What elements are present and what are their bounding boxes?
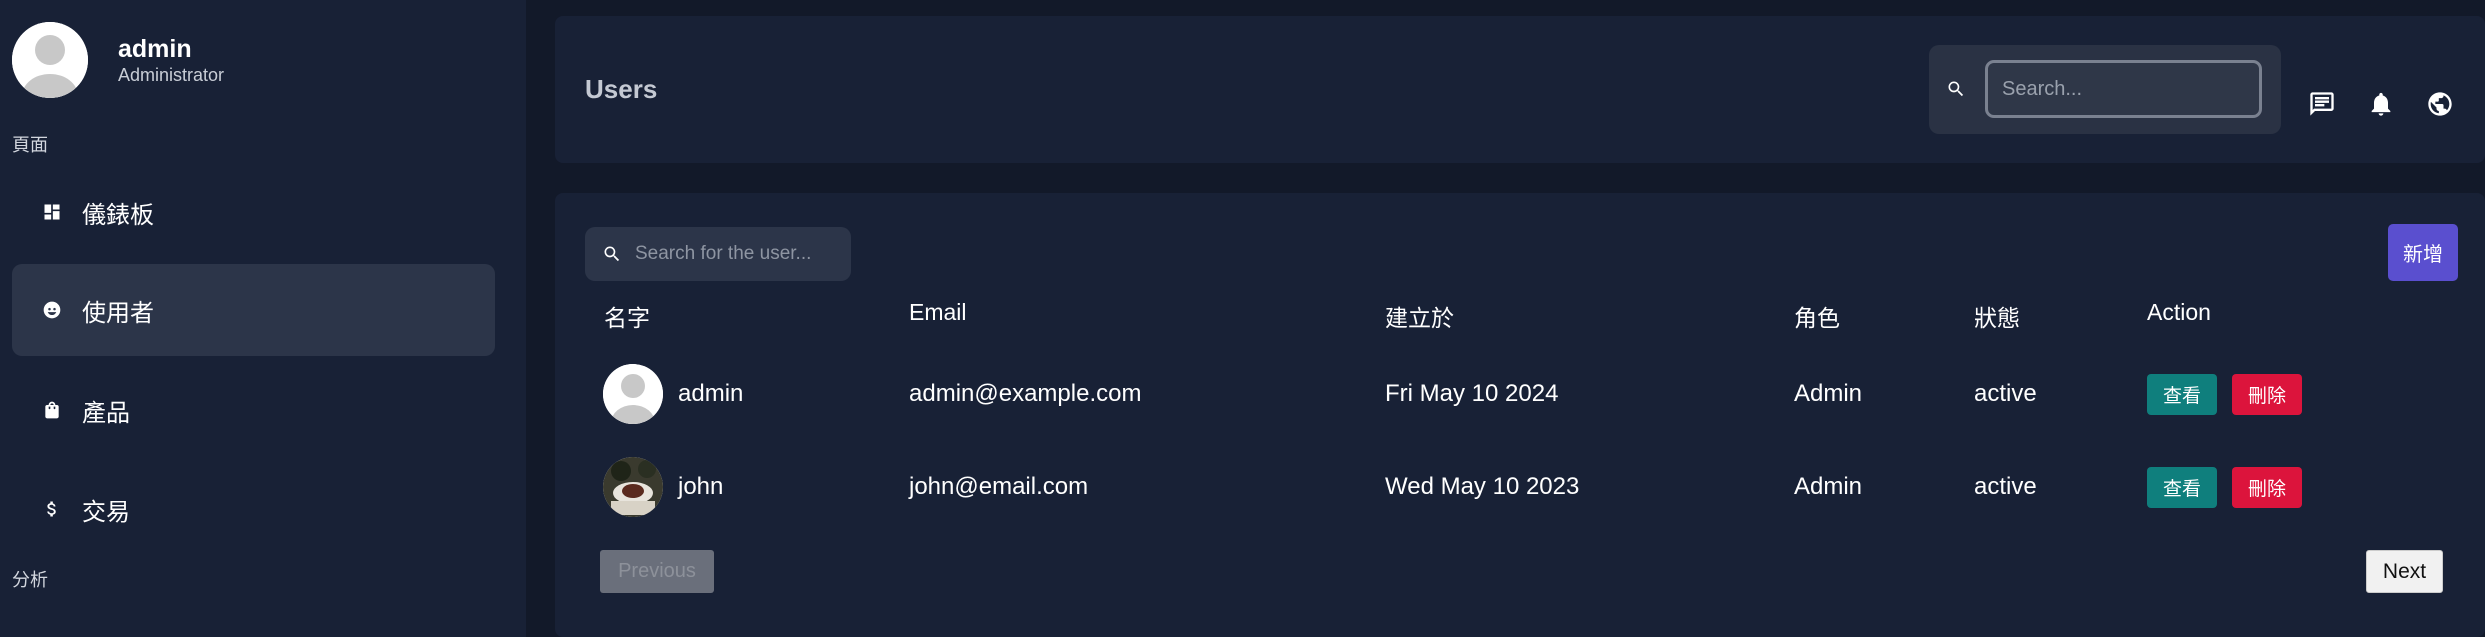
- users-panel: 新增 名字 Email 建立於 角色 狀態 Action admin admin…: [555, 193, 2485, 637]
- column-header-email: Email: [909, 299, 967, 325]
- sidebar: admin Administrator 頁面 儀錶板 使用者 產品 交易 分析: [0, 0, 526, 637]
- user-role: Admin: [1794, 380, 1863, 407]
- user-profile: admin Administrator: [12, 22, 224, 98]
- sidebar-item-label: 交易: [82, 498, 130, 526]
- search-icon: [1946, 79, 1966, 99]
- sidebar-item-products[interactable]: 產品: [12, 364, 495, 456]
- dollar-icon: [42, 499, 62, 519]
- column-header-name: 名字: [604, 305, 650, 331]
- profile-role: Administrator: [118, 65, 225, 85]
- column-header-action: Action: [2147, 299, 2211, 325]
- avatar: [603, 364, 663, 424]
- user-created: Wed May 10 2023: [1385, 473, 1580, 500]
- column-header-created: 建立於: [1385, 305, 1454, 331]
- delete-button[interactable]: 刪除: [2232, 374, 2302, 415]
- notification-bell-icon[interactable]: [2367, 90, 2395, 118]
- previous-page-button[interactable]: Previous: [600, 550, 714, 593]
- table-row: john john@email.com Wed May 10 2023 Admi…: [555, 447, 2485, 527]
- search-icon: [602, 244, 622, 264]
- section-label-analytics: 分析: [12, 570, 48, 590]
- user-name: john: [678, 473, 724, 500]
- user-search-box: [585, 227, 851, 281]
- sidebar-item-label: 產品: [82, 399, 130, 427]
- sidebar-item-transactions[interactable]: 交易: [12, 463, 495, 555]
- user-role: Admin: [1794, 473, 1863, 500]
- sidebar-item-label: 使用者: [82, 299, 154, 327]
- section-label-pages: 頁面: [12, 135, 48, 155]
- sidebar-item-users[interactable]: 使用者: [12, 264, 495, 356]
- next-page-button[interactable]: Next: [2366, 550, 2443, 593]
- user-created: Fri May 10 2024: [1385, 380, 1559, 407]
- column-header-status: 狀態: [1974, 305, 2020, 331]
- sidebar-item-label: 儀錶板: [82, 201, 154, 229]
- sidebar-item-dashboard[interactable]: 儀錶板: [12, 166, 495, 258]
- face-icon: [42, 300, 62, 320]
- top-header: Users: [555, 16, 2485, 163]
- profile-name: admin: [118, 35, 192, 63]
- user-search-input[interactable]: [635, 227, 845, 281]
- chat-icon[interactable]: [2308, 90, 2336, 118]
- table-row: admin admin@example.com Fri May 10 2024 …: [555, 354, 2485, 434]
- avatar-photo: [603, 457, 663, 517]
- user-status: active: [1974, 473, 2037, 500]
- user-status: active: [1974, 380, 2037, 407]
- view-button[interactable]: 查看: [2147, 374, 2217, 415]
- column-header-role: 角色: [1794, 305, 1840, 331]
- add-user-button[interactable]: 新增: [2388, 224, 2458, 281]
- avatar: [12, 22, 88, 98]
- page-title: Users: [585, 74, 658, 104]
- shopping-bag-icon: [42, 400, 62, 420]
- globe-icon[interactable]: [2426, 90, 2454, 118]
- user-name: admin: [678, 380, 744, 407]
- header-search-box: [1929, 45, 2281, 134]
- dashboard-icon: [42, 202, 62, 222]
- view-button[interactable]: 查看: [2147, 467, 2217, 508]
- user-email: admin@example.com: [909, 380, 1142, 407]
- header-search-input[interactable]: [1985, 60, 2262, 118]
- delete-button[interactable]: 刪除: [2232, 467, 2302, 508]
- user-email: john@email.com: [909, 473, 1089, 500]
